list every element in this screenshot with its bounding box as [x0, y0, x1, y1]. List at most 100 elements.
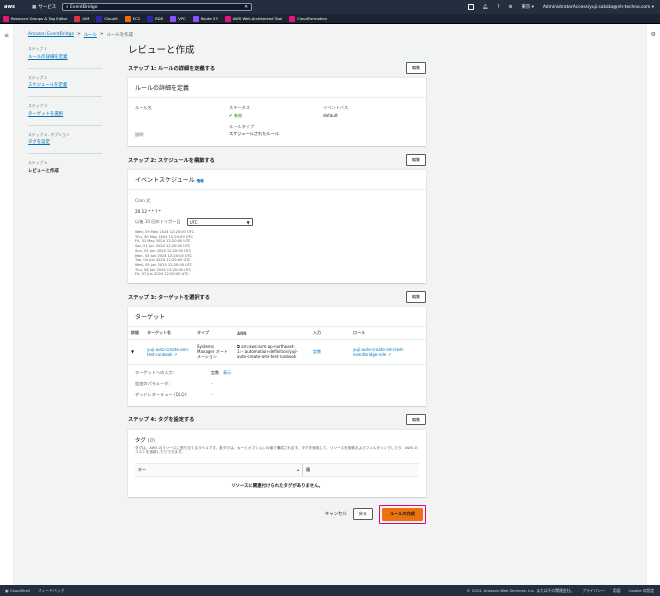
rule-details-panel: ルールの詳細を定義 ルール名 ステータス ✔ 有効 イベントバス default… — [128, 77, 426, 146]
menu-icon[interactable]: ≡ — [4, 32, 9, 39]
rule-name-label: ルール名 — [135, 105, 152, 110]
edit-step2-button[interactable]: 編集 — [406, 154, 426, 166]
service-icon — [289, 15, 296, 22]
step-number: ステップ 1 — [28, 46, 47, 51]
services-menu[interactable]: ▦ サービス — [32, 4, 57, 11]
breadcrumb-eventbridge[interactable]: Amazon EventBridge — [28, 32, 74, 38]
target-name-link[interactable]: yuji-auto-create-ami-test-runbook ↗ — [144, 339, 194, 365]
col-role: ロール — [350, 327, 426, 341]
service-icon — [96, 15, 103, 22]
schedule-title: イベントスケジュール — [135, 177, 195, 184]
rule-name-field: ルール名 — [135, 105, 229, 119]
favorite-item[interactable]: VPC — [170, 15, 186, 22]
breadcrumb-current: ルールを作成 — [106, 33, 133, 38]
wizard-actions: キャンセル 戻る ルールの作成 — [128, 504, 426, 524]
service-icon — [3, 15, 9, 22]
step3-title: ステップ 3: ターゲットを選択する — [128, 294, 210, 301]
info-link[interactable]: 情報 — [197, 179, 204, 183]
status-label: ステータス — [229, 105, 250, 110]
col-value: 値 — [306, 466, 310, 472]
step-number: ステップ 3 — [28, 103, 47, 108]
region-selector[interactable]: 東京 ▾ — [521, 4, 533, 10]
step-link-tags[interactable]: タグを設定 — [28, 139, 108, 145]
rule-type-field: ルールタイプ スケジュールされたルール — [229, 124, 323, 140]
service-icon — [224, 15, 231, 22]
target-type: Systems Manager オートメーション — [194, 339, 234, 365]
description-field: 説明 — [135, 124, 229, 140]
help-icon[interactable]: ? — [497, 5, 499, 10]
favorite-label: AWS Well-Architected Tool — [232, 16, 283, 21]
favorite-label: CloudFormation — [297, 16, 328, 21]
table-row: ▼ yuji-auto-create-ami-test-runbook ↗ Sy… — [128, 339, 426, 365]
page-title: レビューと作成 — [128, 45, 195, 56]
feedback-link[interactable]: フィードバック — [38, 588, 65, 594]
breadcrumb-rules[interactable]: ルール — [84, 32, 97, 38]
back-button[interactable]: 戻る — [352, 508, 373, 521]
target-role-link[interactable]: yuji-auto-create-ami-test-eventbridge-ro… — [350, 339, 426, 365]
tags-empty-state: リソースに関連付けられたタグがありません。 — [231, 483, 323, 489]
rule-type-value: スケジュールされたルール — [229, 131, 279, 136]
breadcrumb: Amazon EventBridge > ルール > ルールを作成 — [28, 32, 133, 38]
status-text: 有効 — [233, 112, 243, 118]
show-input-link[interactable]: 表示 — [223, 370, 231, 376]
create-rule-button[interactable]: ルールの作成 — [381, 507, 423, 521]
footer: ▣ CloudShell フィードバック © 2024, Amazon Web … — [0, 585, 660, 596]
cloudshell-icon[interactable] — [467, 4, 474, 10]
favorite-label: IAM — [82, 16, 90, 21]
cloudshell-link[interactable]: ▣ CloudShell — [5, 588, 30, 594]
aws-logo[interactable]: aws — [4, 4, 20, 10]
search-input[interactable]: ⌕ EventBridge ✕ — [62, 3, 252, 11]
step-link-define-rule[interactable]: ルールの詳細を定義 — [28, 54, 108, 60]
favorite-item[interactable]: AWS Well-Architected Tool — [224, 15, 283, 22]
col-details: 詳細 — [128, 327, 144, 341]
wizard-step-4: ステップ 4 - オプション タグを設定 — [28, 132, 108, 146]
external-link-icon: ↗ — [173, 351, 178, 357]
trigger-dates-list: Wed, 29 May 2024 12:20:00 UTC Thu, 30 May… — [135, 230, 419, 277]
dlq-value: - — [211, 392, 213, 398]
col-input: 入力 — [310, 327, 350, 341]
divider — [28, 67, 102, 69]
bell-icon[interactable]: 🔔︎ — [483, 5, 489, 10]
breadcrumb-sep: > — [99, 32, 104, 37]
favorite-item[interactable]: Route 53 — [192, 15, 218, 22]
favorite-label: Route 53 — [200, 16, 218, 21]
edit-step1-button[interactable]: 編集 — [406, 62, 426, 74]
service-icon — [147, 15, 154, 22]
favorite-item[interactable]: Resource Groups & Tag Editor — [3, 15, 67, 22]
panel-title: イベントスケジュール 情報 — [128, 170, 426, 190]
external-link-icon: ↗ — [387, 351, 391, 357]
favorite-item[interactable]: RDS — [147, 15, 163, 22]
edit-step3-button[interactable]: 編集 — [406, 291, 426, 303]
services-label: サービス — [38, 5, 57, 10]
review-content: レビューと作成 ステップ 1: ルールの詳細を定義する 編集 ルールの詳細を定義… — [128, 42, 426, 524]
settings-icon[interactable]: ⚙ — [509, 5, 513, 10]
favorite-item[interactable]: Cloud9 — [96, 15, 118, 22]
cookie-settings-link[interactable]: Cookie の設定 — [629, 588, 654, 594]
step-link-select-target[interactable]: ターゲットを選択 — [28, 111, 108, 117]
settings-gear-icon[interactable]: ⚙ — [651, 31, 656, 38]
favorite-label: EC2 — [132, 16, 141, 21]
sort-icon[interactable]: ▴ — [297, 467, 299, 473]
edit-step4-button[interactable]: 編集 — [406, 413, 426, 426]
clear-search-icon[interactable]: ✕ — [244, 5, 248, 10]
expand-caret-icon[interactable]: ▼ — [128, 339, 144, 365]
account-menu[interactable]: AdministratorAccess/yuji.sakata@nh-techn… — [543, 5, 654, 10]
cancel-button[interactable]: キャンセル — [325, 511, 347, 517]
favorite-item[interactable]: CloudFormation — [289, 15, 328, 22]
event-bus-field: イベントバス default — [323, 105, 417, 119]
favorite-label: Cloud9 — [104, 16, 118, 21]
favorite-item[interactable]: IAM — [74, 15, 90, 22]
timezone-select[interactable]: UTC ▼ — [186, 218, 253, 226]
col-arn: ARN — [234, 327, 310, 341]
additional-params-value: - — [211, 381, 213, 387]
service-icon — [192, 15, 199, 22]
target-arn: ⧉ arn:aws:ssm:ap-northeast-1:··:automati… — [234, 339, 310, 365]
terms-link[interactable]: 用語 — [613, 588, 621, 594]
favorite-item[interactable]: EC2 — [124, 15, 141, 22]
step-link-define-schedule[interactable]: スケジュールを定義 — [28, 82, 108, 88]
privacy-link[interactable]: プライバシー — [582, 588, 605, 594]
cron-label: Cron 式 — [135, 198, 151, 203]
target-input[interactable]: 定数 — [310, 339, 350, 365]
wizard-step-3: ステップ 3 ターゲットを選択 — [28, 103, 108, 117]
additional-params-label: 追加のパラメータ: — [135, 381, 170, 387]
